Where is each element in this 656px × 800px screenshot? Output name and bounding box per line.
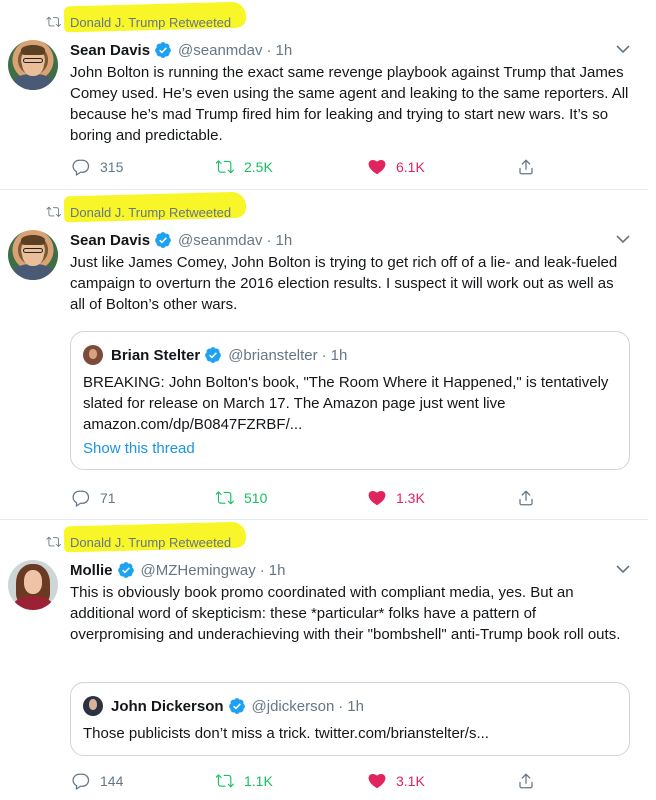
tweet[interactable]: Donald J. Trump Retweeted Sean Davis @se… (0, 0, 648, 190)
tweet-header: Sean Davis @seanmdav · 1h (70, 230, 292, 250)
verified-badge-icon (154, 41, 172, 59)
quoted-timestamp: 1h (347, 697, 364, 715)
quoted-tweet-text: BREAKING: John Bolton's book, "The Room … (83, 374, 609, 433)
retweet-icon (216, 489, 234, 507)
retweet-count: 2.5K (244, 159, 273, 175)
share-icon (517, 772, 535, 790)
verified-badge-icon (154, 231, 172, 249)
separator-dot: · (266, 41, 272, 59)
author-handle[interactable]: @seanmdav (178, 42, 262, 59)
action-bar: 315 2.5K 6.1K (70, 156, 540, 178)
like-button[interactable]: 6.1K (368, 156, 425, 178)
retweet-button[interactable]: 2.5K (216, 156, 273, 178)
reply-button[interactable]: 71 (72, 487, 116, 509)
quoted-tweet-header: John Dickerson @jdickerson · 1h (83, 695, 364, 717)
verified-badge-icon (117, 561, 135, 579)
tweet-header: Sean Davis @seanmdav · 1h (70, 40, 292, 60)
reply-count: 144 (100, 773, 124, 789)
retweet-small-icon (46, 205, 62, 219)
author-handle[interactable]: @seanmdav (178, 232, 262, 249)
timestamp[interactable]: 1h (275, 42, 292, 59)
retweet-context: Donald J. Trump Retweeted (46, 532, 231, 552)
retweet-button[interactable]: 510 (216, 487, 267, 509)
quoted-tweet-header: Brian Stelter @brianstelter · 1h (83, 344, 347, 366)
author-handle[interactable]: @MZHemingway (141, 562, 256, 579)
tweet[interactable]: Donald J. Trump Retweeted Sean Davis @se… (0, 190, 648, 520)
reply-count: 71 (100, 490, 116, 506)
quoted-author-name: Brian Stelter (111, 346, 201, 364)
quoted-avatar (83, 345, 103, 365)
share-icon (517, 158, 535, 176)
retweeted-by-label[interactable]: Donald J. Trump Retweeted (70, 535, 231, 550)
heart-icon (368, 489, 386, 507)
like-count: 3.1K (396, 773, 425, 789)
retweet-icon (216, 772, 234, 790)
chevron-down-icon[interactable] (616, 564, 630, 574)
retweet-count: 510 (244, 490, 268, 506)
separator-dot: · (259, 561, 265, 579)
retweeted-by-label[interactable]: Donald J. Trump Retweeted (70, 15, 231, 30)
chevron-down-icon[interactable] (616, 44, 630, 54)
avatar[interactable] (8, 230, 58, 280)
retweet-small-icon (46, 535, 62, 549)
tweet-text: Just like James Comey, John Bolton is tr… (70, 254, 618, 313)
verified-badge-icon (204, 346, 222, 364)
quoted-tweet[interactable]: Brian Stelter @brianstelter · 1h BREAKIN… (70, 331, 630, 470)
share-button[interactable] (517, 156, 545, 178)
quoted-avatar (83, 696, 103, 716)
reply-icon (72, 772, 90, 790)
action-bar: 71 510 1.3K (70, 487, 540, 509)
retweet-icon (216, 158, 234, 176)
tweet-text: John Bolton is running the exact same re… (70, 64, 629, 144)
timestamp[interactable]: 1h (275, 232, 292, 249)
retweet-button[interactable]: 1.1K (216, 770, 273, 792)
quoted-author-name: John Dickerson (111, 697, 224, 715)
share-icon (517, 489, 535, 507)
separator-dot: · (321, 346, 327, 364)
tweet-text: This is obviously book promo coordinated… (70, 584, 621, 643)
retweet-small-icon (46, 15, 62, 29)
like-count: 1.3K (396, 490, 425, 506)
retweet-count: 1.1K (244, 773, 273, 789)
reply-icon (72, 489, 90, 507)
like-count: 6.1K (396, 159, 425, 175)
quoted-tweet[interactable]: John Dickerson @jdickerson · 1h Those pu… (70, 682, 630, 756)
heart-icon (368, 772, 386, 790)
tweet[interactable]: Donald J. Trump Retweeted Mollie @MZHemi… (0, 520, 648, 800)
author-name[interactable]: Sean Davis (70, 42, 150, 59)
tweet-header: Mollie @MZHemingway · 1h (70, 560, 285, 580)
reply-icon (72, 158, 90, 176)
author-name[interactable]: Sean Davis (70, 232, 150, 249)
show-thread-link[interactable]: Show this thread (83, 438, 613, 459)
quoted-author-handle: @jdickerson (251, 697, 335, 715)
timestamp[interactable]: 1h (269, 562, 286, 579)
avatar[interactable] (8, 560, 58, 610)
retweet-context: Donald J. Trump Retweeted (46, 202, 231, 222)
share-button[interactable] (517, 770, 545, 792)
quoted-timestamp: 1h (330, 346, 348, 364)
retweet-context: Donald J. Trump Retweeted (46, 12, 231, 32)
verified-badge-icon (228, 697, 246, 715)
like-button[interactable]: 1.3K (368, 487, 425, 509)
quoted-author-handle: @brianstelter (228, 346, 318, 364)
like-button[interactable]: 3.1K (368, 770, 425, 792)
separator-dot: · (338, 697, 344, 715)
retweeted-by-label[interactable]: Donald J. Trump Retweeted (70, 205, 231, 220)
separator-dot: · (266, 231, 272, 249)
chevron-down-icon[interactable] (616, 234, 630, 244)
heart-icon (368, 158, 386, 176)
share-button[interactable] (517, 487, 545, 509)
quoted-tweet-text: Those publicists don’t miss a trick. twi… (83, 725, 489, 742)
action-bar: 144 1.1K 3.1K (70, 770, 540, 792)
author-name[interactable]: Mollie (70, 562, 113, 579)
avatar[interactable] (8, 40, 58, 90)
reply-button[interactable]: 315 (72, 156, 123, 178)
reply-button[interactable]: 144 (72, 770, 123, 792)
reply-count: 315 (100, 159, 124, 175)
